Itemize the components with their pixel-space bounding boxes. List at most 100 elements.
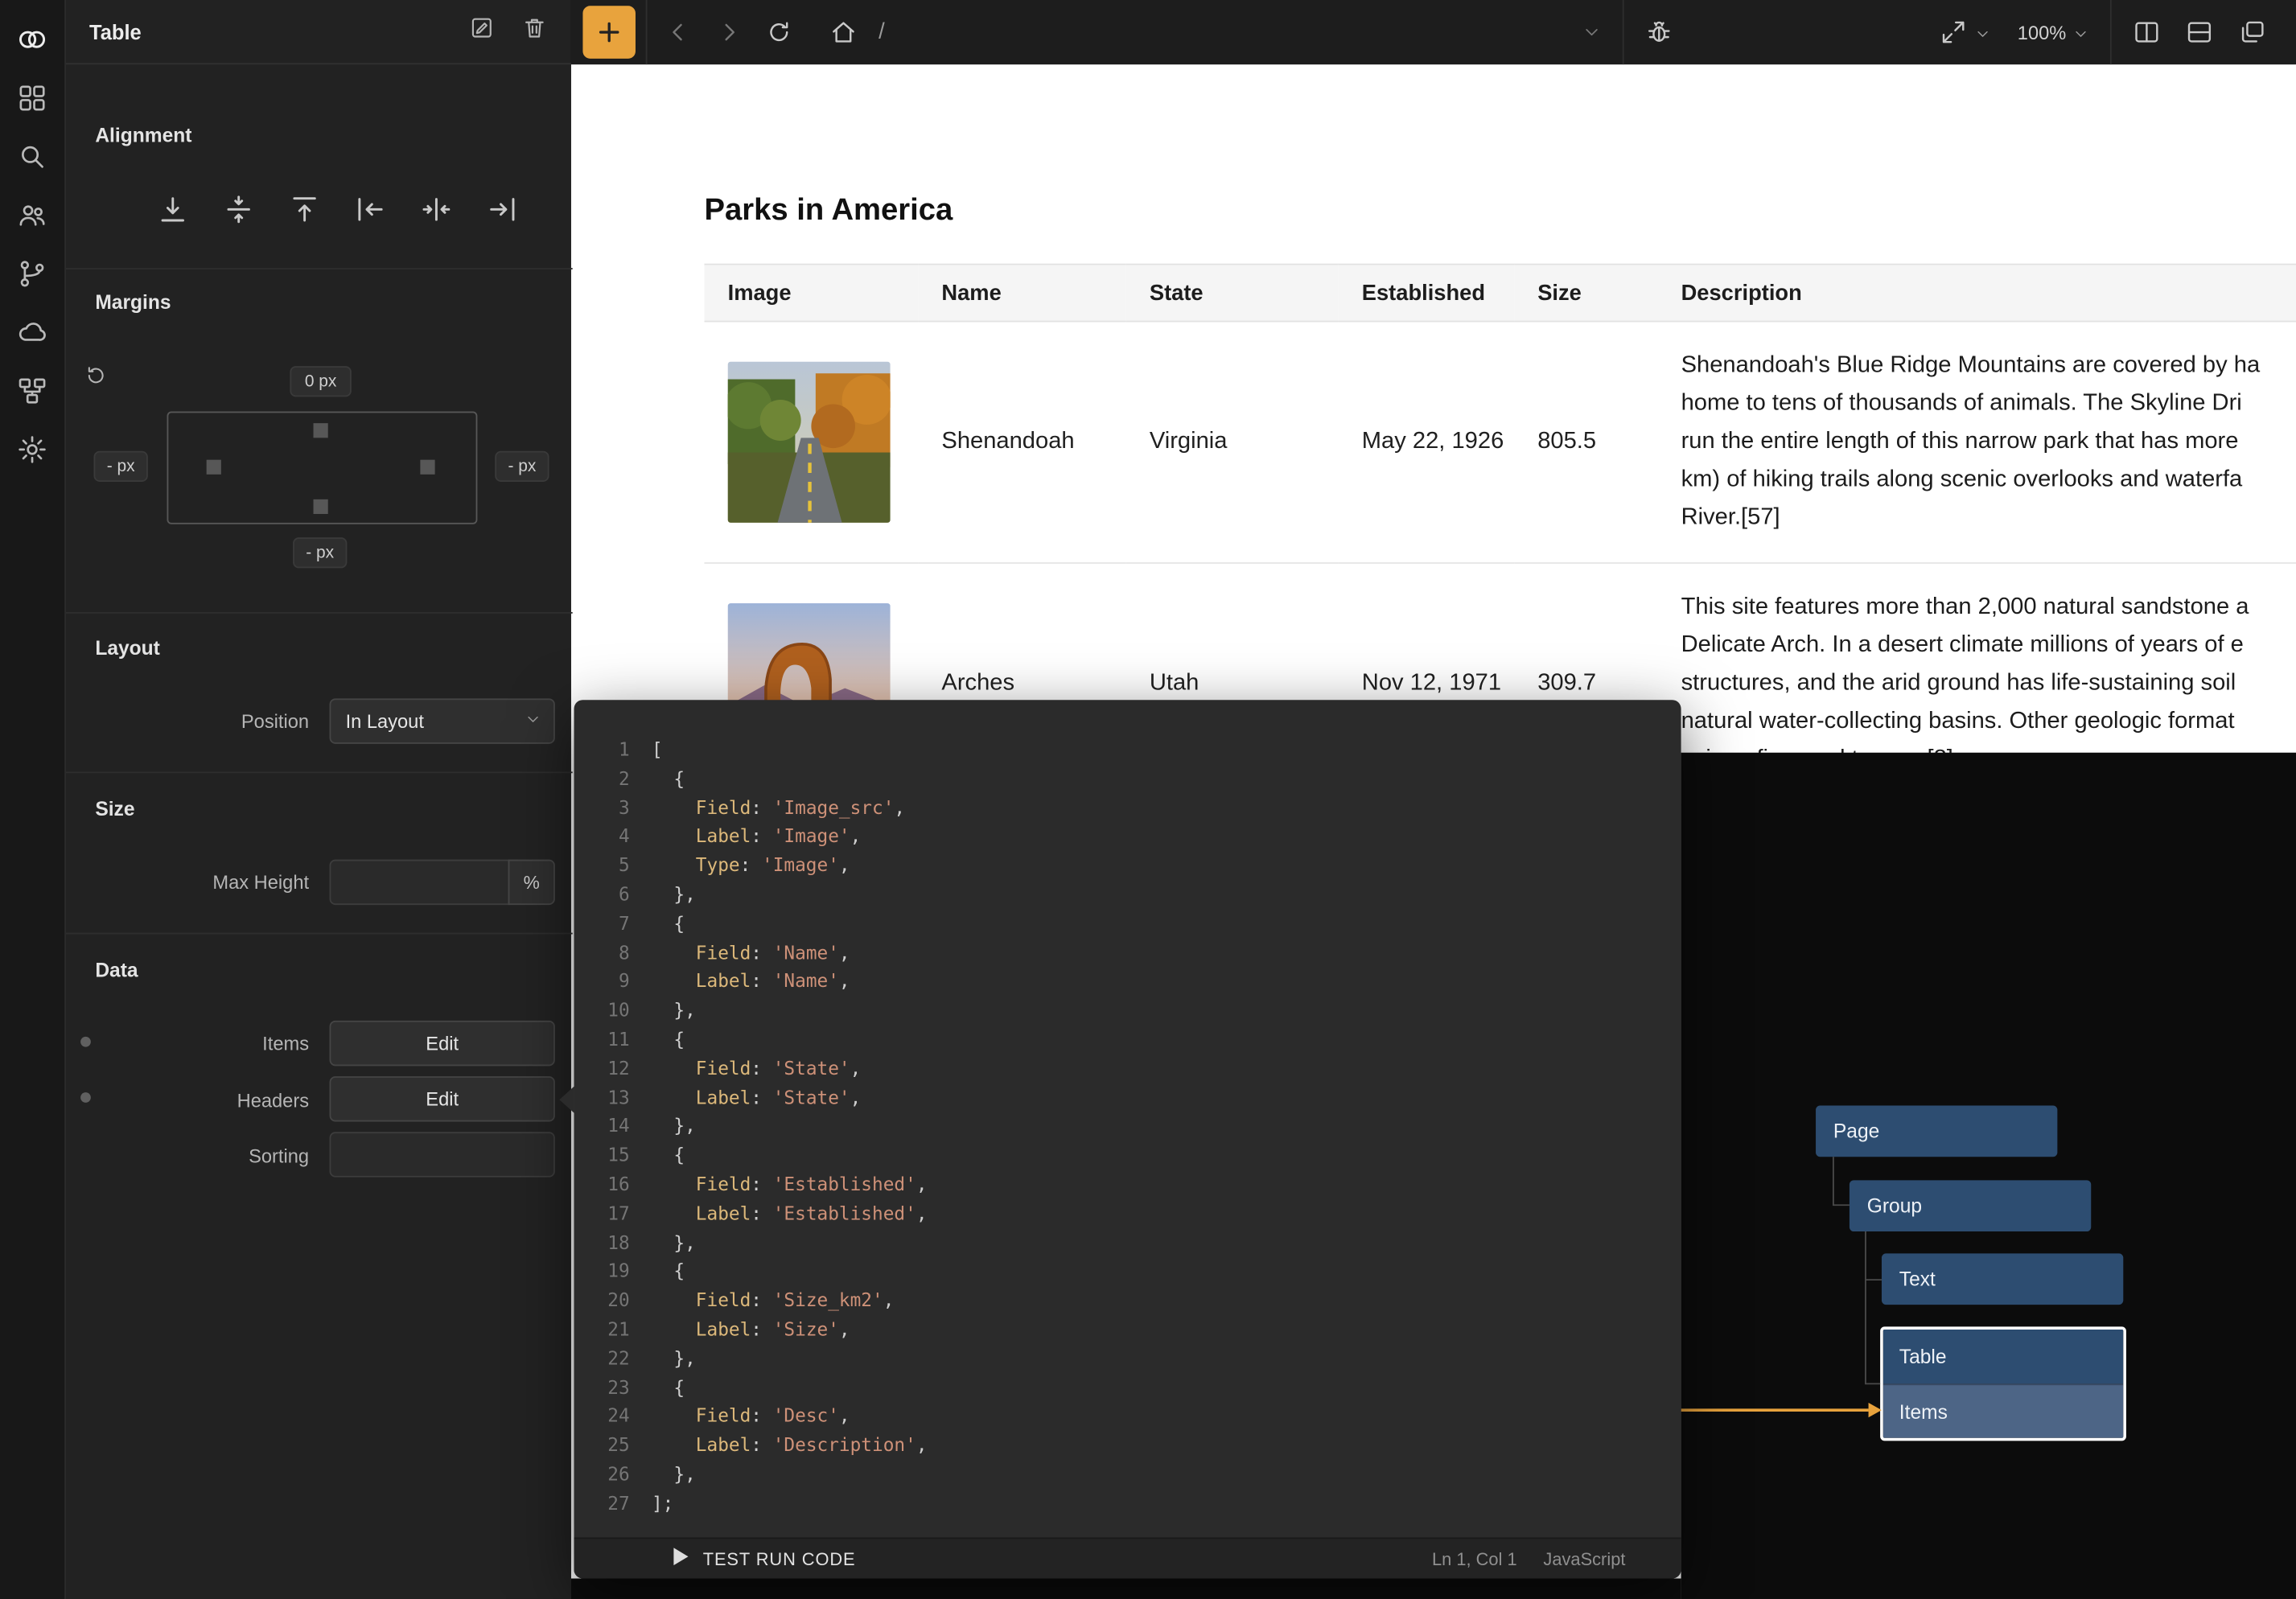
align-horizontal-center-icon[interactable] (419, 191, 455, 227)
collaborators-icon[interactable] (14, 198, 50, 233)
zoom-level[interactable]: 100% (2018, 21, 2067, 43)
code-text: Label: 'Name', (630, 967, 850, 996)
align-bottom-icon[interactable] (155, 191, 191, 227)
max-height-label: Max Height (89, 871, 309, 893)
home-icon[interactable] (829, 18, 858, 47)
search-icon[interactable] (14, 139, 50, 175)
position-select[interactable]: In Layout (330, 698, 555, 743)
preview-expand-icon[interactable] (1938, 18, 1967, 47)
line-number: 26 (574, 1460, 630, 1489)
logo-icon[interactable] (14, 22, 50, 57)
code-text: { (630, 1025, 685, 1054)
line-number: 23 (574, 1373, 630, 1402)
margins-box (167, 412, 478, 524)
margin-handle-left[interactable] (207, 460, 221, 475)
preview-chevron-icon[interactable] (1973, 23, 1991, 41)
breadcrumb-path[interactable]: / (878, 19, 885, 44)
split-rows-layout-icon[interactable] (2185, 18, 2214, 47)
align-right-icon[interactable] (484, 191, 520, 227)
components-grid-icon[interactable] (14, 80, 50, 116)
line-number: 12 (574, 1054, 630, 1083)
items-edit-button[interactable]: Edit (330, 1021, 555, 1066)
code-text: { (630, 1257, 685, 1286)
tree-node-table-selected[interactable]: Table Items (1880, 1326, 2126, 1441)
column-header: Size (1514, 265, 1657, 322)
data-cloud-icon[interactable] (14, 314, 50, 350)
margin-bottom-value[interactable]: - px (293, 537, 347, 568)
flows-icon[interactable] (14, 373, 50, 409)
code-text: }, (630, 1344, 696, 1373)
tree-node-group[interactable]: Group (1850, 1180, 2091, 1231)
line-number: 13 (574, 1083, 630, 1112)
top-toolbar: / 100% (571, 0, 2296, 64)
column-header: Established (1339, 265, 1514, 322)
settings-gear-icon[interactable] (14, 432, 50, 467)
code-line: 2 { (574, 764, 1681, 793)
code-line: 22 }, (574, 1344, 1681, 1373)
line-number: 7 (574, 909, 630, 938)
max-height-unit[interactable]: % (508, 860, 555, 905)
tree-node-items[interactable]: Items (1883, 1383, 2124, 1437)
cell-size: 805.5 (1514, 322, 1657, 563)
margin-handle-top[interactable] (314, 423, 328, 438)
tree-node-text[interactable]: Text (1882, 1253, 2123, 1305)
sorting-input[interactable] (330, 1132, 555, 1177)
version-branch-icon[interactable] (14, 257, 50, 292)
headers-edit-button[interactable]: Edit (330, 1076, 555, 1121)
code-text: Field: 'Image_src', (630, 793, 905, 822)
language-indicator[interactable]: JavaScript (1543, 1548, 1625, 1568)
code-text: [ (630, 735, 663, 764)
tree-node-table[interactable]: Table (1883, 1330, 2124, 1383)
test-run-code-button[interactable]: TEST RUN CODE (703, 1548, 856, 1568)
code-lines[interactable]: 1[2 {3 Field: 'Image_src',4 Label: 'Imag… (574, 700, 1681, 1537)
dock-bottom-strip (571, 1578, 1681, 1598)
margin-handle-right[interactable] (420, 460, 434, 475)
section-label-margins: Margins (95, 291, 171, 313)
line-number: 18 (574, 1228, 630, 1257)
line-number: 3 (574, 793, 630, 822)
debug-bug-icon[interactable] (1644, 18, 1673, 47)
line-number: 19 (574, 1257, 630, 1286)
rename-edit-icon[interactable] (468, 14, 495, 48)
align-top-icon[interactable] (287, 191, 323, 227)
code-line: 26 }, (574, 1460, 1681, 1489)
headers-label: Headers (89, 1089, 309, 1111)
align-vertical-center-icon[interactable] (221, 191, 257, 227)
nav-forward-icon[interactable] (714, 18, 743, 47)
element-tree-dock: Page Group Text Table Items (1681, 753, 2296, 1599)
nav-back-icon[interactable] (664, 18, 693, 47)
cell-name: Shenandoah (918, 322, 1125, 563)
delete-trash-icon[interactable] (521, 14, 548, 48)
url-dropdown-chevron-icon[interactable] (1582, 18, 1602, 47)
play-icon[interactable] (673, 1546, 688, 1572)
code-text: { (630, 1373, 685, 1402)
code-text: Field: 'Established', (630, 1169, 928, 1198)
alignment-controls (155, 191, 520, 227)
align-left-icon[interactable] (353, 191, 389, 227)
app-root: Parks in America Image Name State Establ… (0, 0, 2296, 1599)
code-text: Field: 'Size_km2', (630, 1286, 895, 1315)
tree-node-page[interactable]: Page (1816, 1105, 2057, 1157)
zoom-chevron-icon[interactable] (2072, 23, 2090, 41)
add-component-button[interactable] (582, 6, 636, 59)
code-line: 8 Field: 'Name', (574, 938, 1681, 967)
floating-windows-layout-icon[interactable] (2237, 18, 2266, 47)
selected-component-title: Table (89, 20, 142, 43)
cell-state: Virginia (1126, 322, 1339, 563)
line-number: 17 (574, 1199, 630, 1228)
margin-right-value[interactable]: - px (495, 451, 549, 482)
refresh-icon[interactable] (764, 18, 793, 47)
margin-top-value[interactable]: 0 px (290, 366, 351, 397)
margin-handle-bottom[interactable] (314, 499, 328, 514)
code-line: 15 { (574, 1141, 1681, 1169)
margin-left-value[interactable]: - px (93, 451, 147, 482)
split-columns-layout-icon[interactable] (2132, 18, 2161, 47)
code-line: 23 { (574, 1373, 1681, 1402)
code-text: ]; (630, 1489, 674, 1518)
column-header: Description (1657, 265, 2296, 322)
cursor-position: Ln 1, Col 1 (1432, 1548, 1517, 1568)
line-number: 15 (574, 1141, 630, 1169)
reset-margins-icon[interactable] (84, 363, 109, 388)
max-height-input[interactable] (330, 860, 510, 905)
line-number: 27 (574, 1489, 630, 1518)
